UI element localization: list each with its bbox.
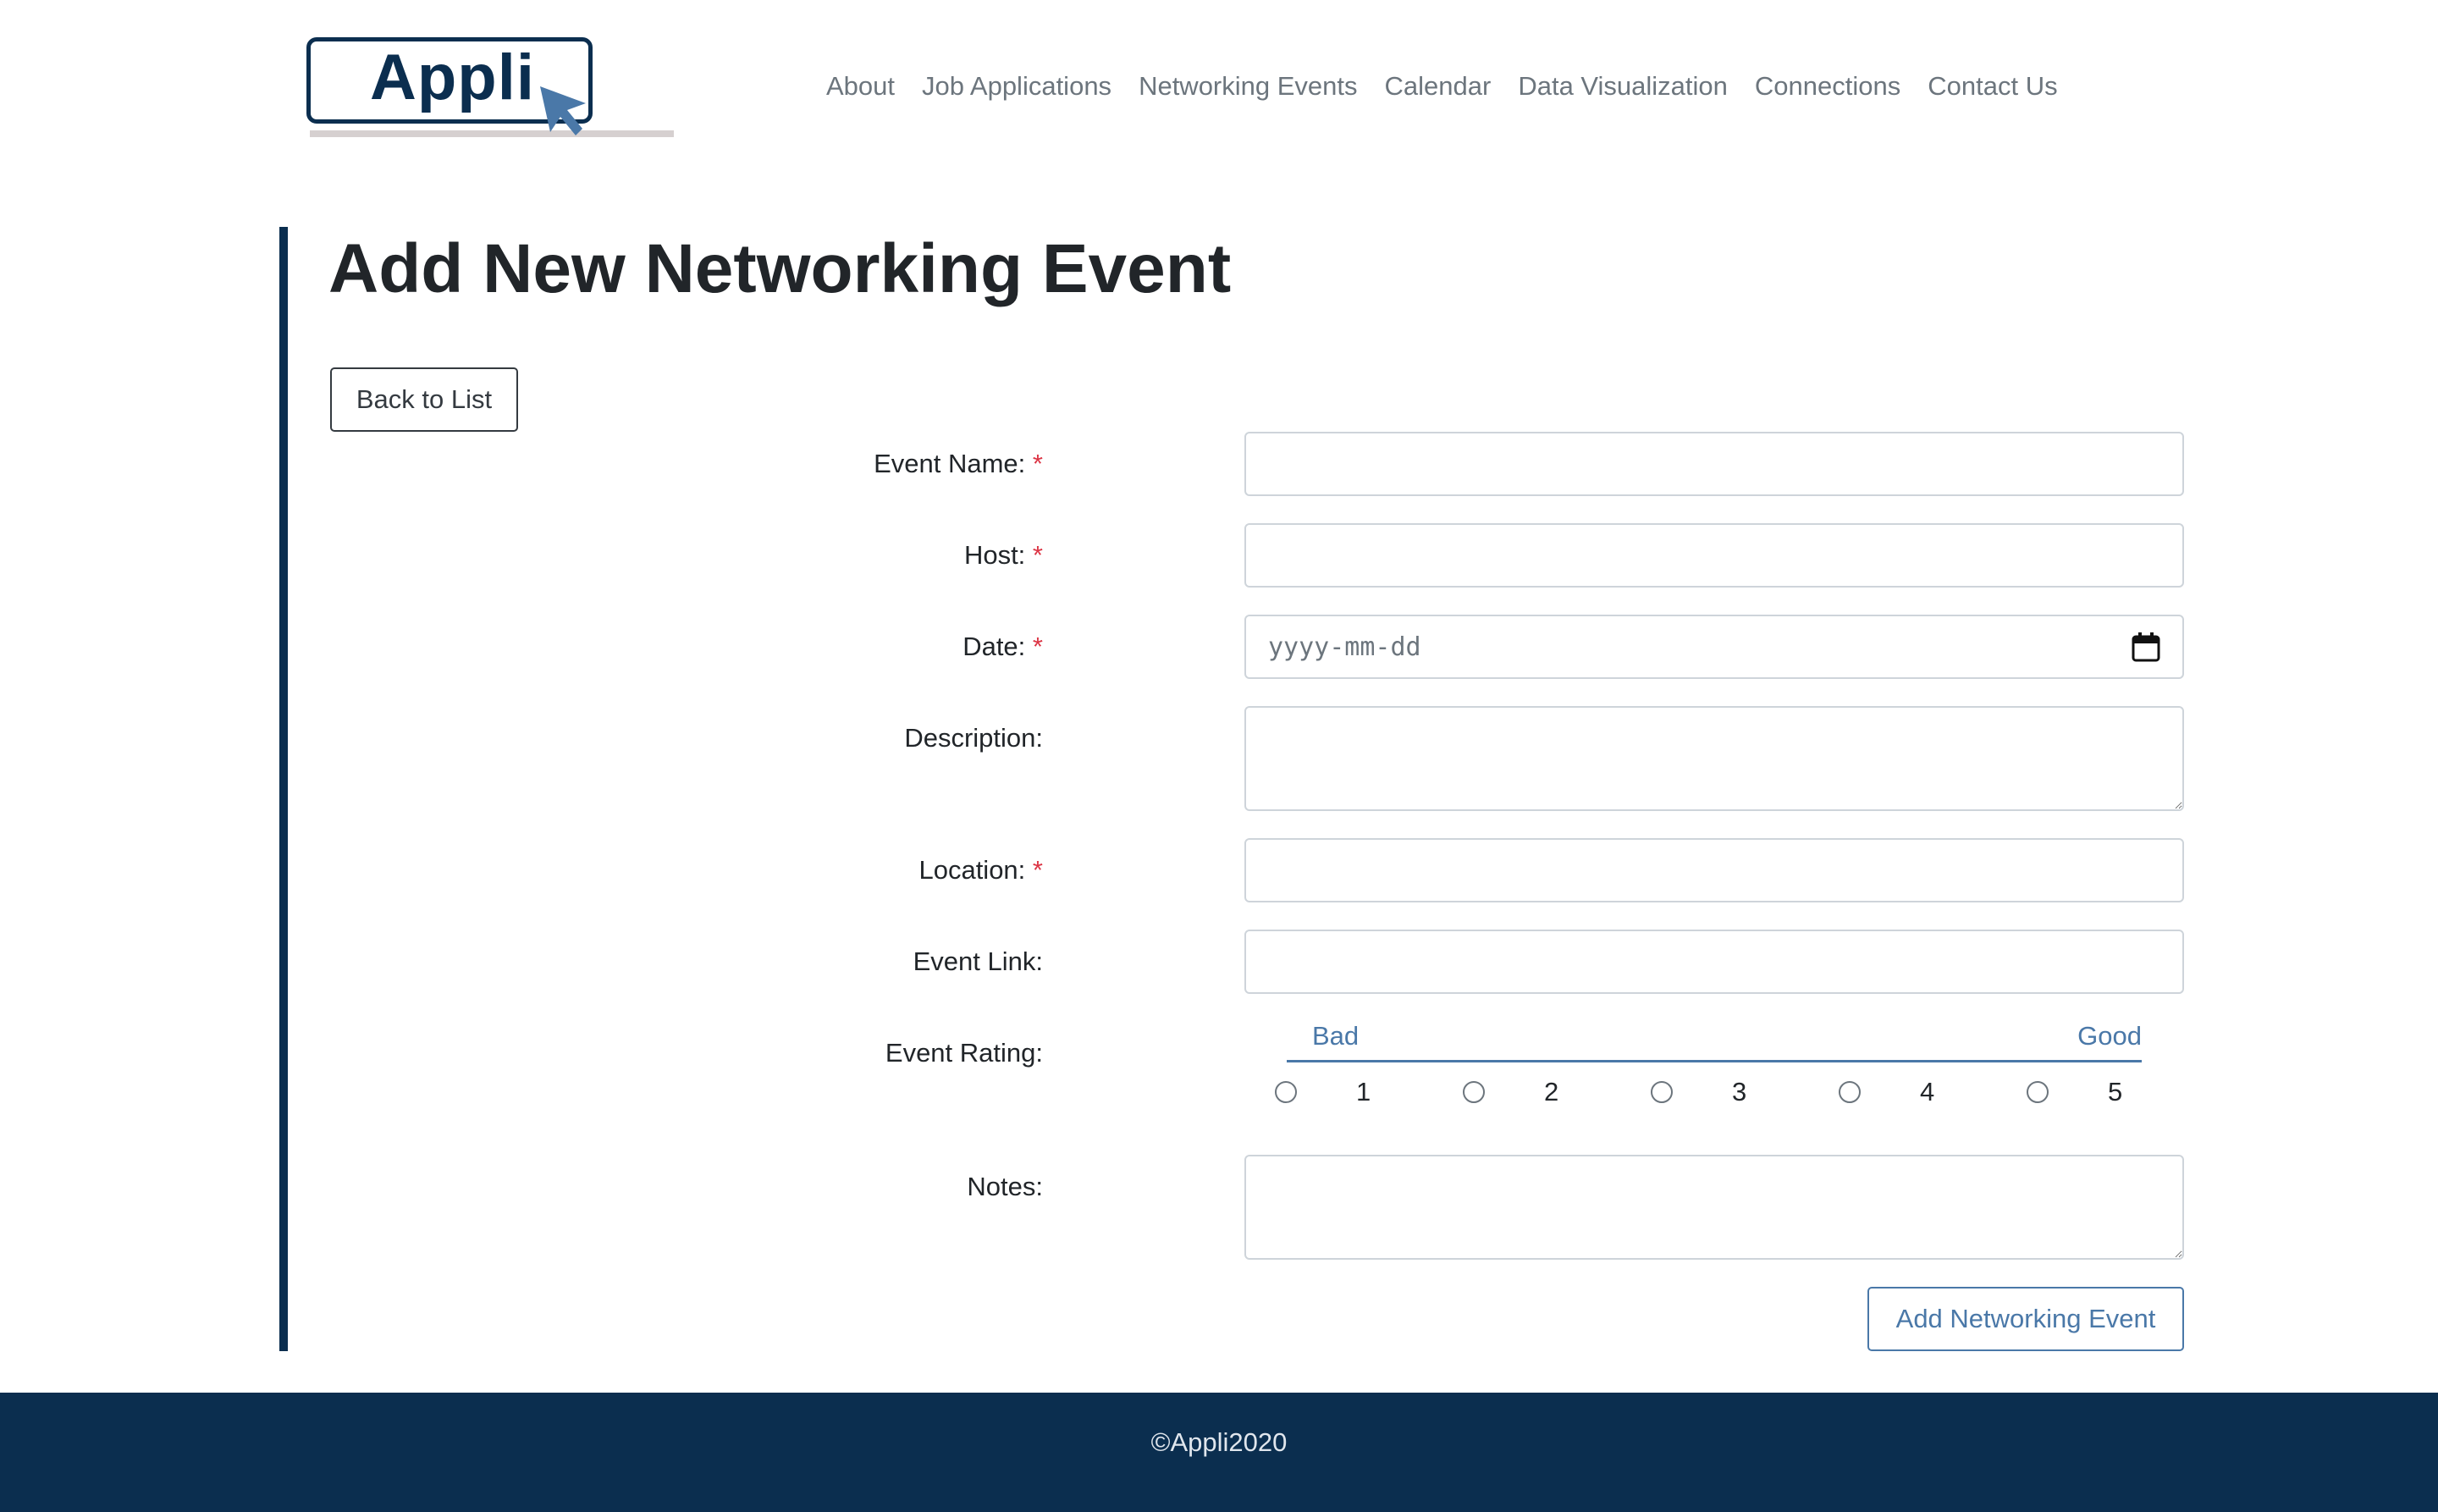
event-link-label: Event Link:: [913, 946, 1043, 976]
rating-scale-line: [1287, 1060, 2142, 1062]
nav-contact-us[interactable]: Contact Us: [1914, 66, 2071, 107]
description-textarea[interactable]: [1244, 706, 2184, 811]
rating-radio[interactable]: [1651, 1081, 1673, 1103]
notes-textarea[interactable]: [1244, 1155, 2184, 1260]
add-networking-event-button[interactable]: Add Networking Event: [1867, 1287, 2184, 1351]
site-header: Appli About Job Applications Networking …: [0, 0, 2438, 161]
location-label: Location: *: [918, 855, 1043, 885]
nav-job-applications[interactable]: Job Applications: [908, 66, 1125, 107]
nav-about[interactable]: About: [813, 66, 908, 107]
host-label: Host: *: [963, 540, 1043, 570]
main-nav: About Job Applications Networking Events…: [813, 66, 2071, 107]
rating-radio[interactable]: [1275, 1081, 1297, 1103]
date-input[interactable]: yyyy-mm-dd: [1244, 615, 2184, 679]
appli-logo[interactable]: Appli: [306, 37, 676, 141]
rating-option-1[interactable]: 1: [1275, 1077, 1463, 1107]
rating-radio[interactable]: [1463, 1081, 1485, 1103]
required-marker: *: [1032, 449, 1043, 478]
nav-data-visualization[interactable]: Data Visualization: [1504, 66, 1741, 107]
date-placeholder: yyyy-mm-dd: [1268, 632, 1421, 662]
rating-high-label: Good: [2077, 1021, 2142, 1051]
host-input[interactable]: [1244, 523, 2184, 588]
page-title: Add New Networking Event: [328, 230, 1232, 307]
rating-radio[interactable]: [2027, 1081, 2049, 1103]
nav-calendar[interactable]: Calendar: [1371, 66, 1505, 107]
rating-option-4[interactable]: 4: [1839, 1077, 2027, 1107]
cursor-arrow-icon: [540, 86, 586, 135]
copyright-text: ©Appli2020: [1150, 1426, 1288, 1457]
calendar-icon[interactable]: [2132, 632, 2160, 662]
event-name-input[interactable]: [1244, 432, 2184, 496]
event-link-input[interactable]: [1244, 930, 2184, 994]
required-marker: *: [1032, 540, 1043, 570]
logo-underline: [310, 130, 674, 137]
rating-option-3[interactable]: 3: [1651, 1077, 1839, 1107]
back-to-list-button[interactable]: Back to List: [330, 367, 518, 432]
event-rating-label: Event Rating:: [885, 1038, 1043, 1068]
event-name-label: Event Name: *: [874, 449, 1043, 478]
location-input[interactable]: [1244, 838, 2184, 902]
site-footer: ©Appli2020: [0, 1393, 2438, 1512]
nav-networking-events[interactable]: Networking Events: [1125, 66, 1371, 107]
description-label: Description:: [904, 723, 1043, 753]
rating-radio[interactable]: [1839, 1081, 1861, 1103]
required-marker: *: [1032, 632, 1043, 661]
main-content: Add New Networking Event Back to List Ev…: [279, 227, 2184, 1351]
logo-text: Appli: [370, 41, 535, 113]
date-label: Date: *: [963, 632, 1043, 661]
accent-bar: [279, 227, 288, 1351]
rating-options: 1 2 3 4 5: [1275, 1077, 2215, 1107]
rating-option-2[interactable]: 2: [1463, 1077, 1651, 1107]
rating-option-5[interactable]: 5: [2027, 1077, 2215, 1107]
nav-connections[interactable]: Connections: [1741, 66, 1914, 107]
notes-label: Notes:: [967, 1172, 1043, 1201]
required-marker: *: [1032, 855, 1043, 885]
rating-low-label: Bad: [1312, 1021, 1360, 1051]
